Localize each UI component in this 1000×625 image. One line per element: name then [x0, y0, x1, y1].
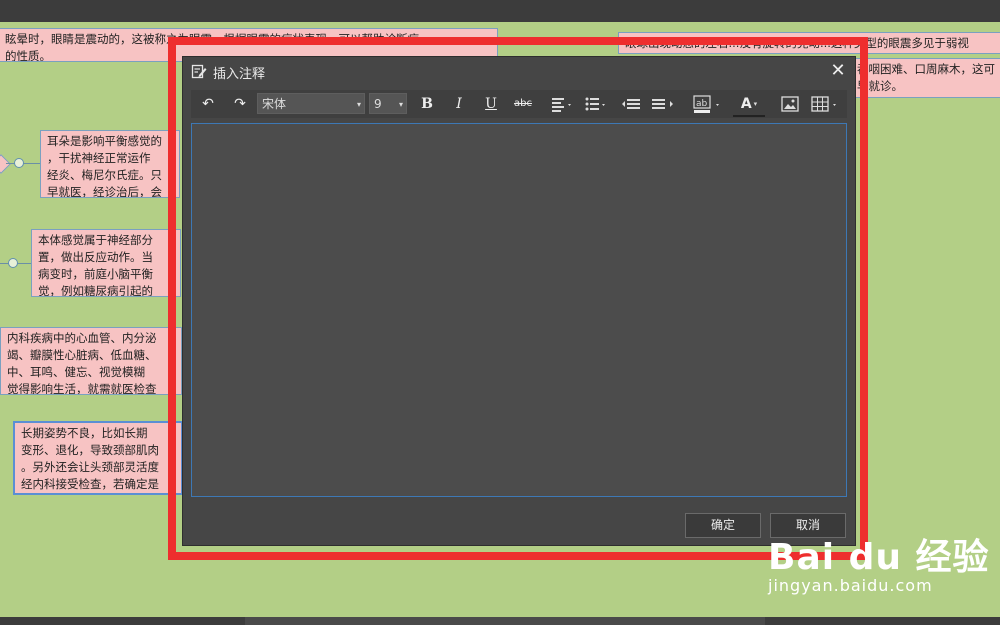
bottom-bar	[0, 617, 1000, 625]
mindmap-node-internal-medicine[interactable]: 内科疾病中的心血管、内分泌 竭、瓣膜性心脏病、低血糖、 中、耳鸣、健忘、视觉模糊…	[0, 327, 182, 395]
mindmap-node-marker	[0, 154, 11, 174]
mindmap-node-ear[interactable]: 耳朵是影响平衡感觉的 ，干扰神经正常运作 经炎、梅尼尔氏症。只 早就医，经诊治后…	[40, 130, 180, 198]
collapse-toggle-icon[interactable]	[8, 258, 18, 268]
collapse-toggle-icon[interactable]	[14, 158, 24, 168]
mindmap-node-posture[interactable]: 长期姿势不良，比如长期 变形、退化，导致颈部肌肉 。另外还会让头颈部灵活度 经内…	[13, 421, 183, 495]
red-highlight-frame	[168, 37, 868, 560]
baidu-watermark: Bai du 经验 jingyan.baidu.com	[768, 528, 990, 595]
top-bar	[0, 0, 1000, 22]
scrollbar[interactable]	[245, 617, 765, 625]
mindmap-node-right[interactable]: 吞咽困难、口周麻木，这可 早就诊。	[850, 58, 1000, 98]
watermark-logo: Bai du 经验	[768, 537, 990, 578]
mindmap-node-proprioception[interactable]: 本体感觉属于神经部分 置，做出反应动作。当 病变时，前庭小脑平衡 觉，例如糖尿病…	[31, 229, 181, 297]
